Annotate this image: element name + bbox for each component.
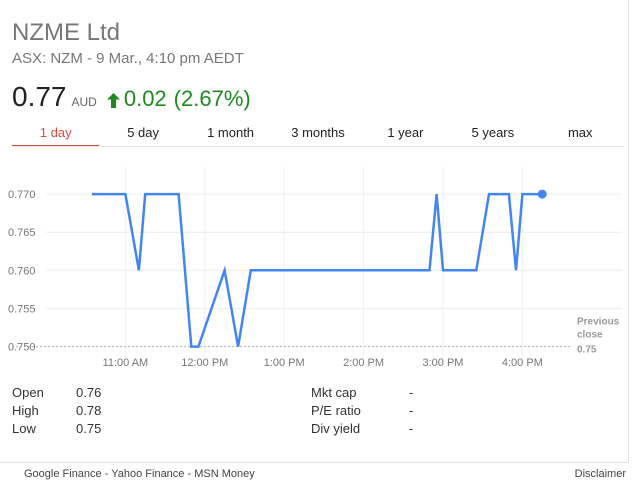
finance-card: NZME Ltd ASX: NZM - 9 Mar., 4:10 pm AEDT… bbox=[0, 0, 629, 463]
tab-5-years[interactable]: 5 years bbox=[449, 120, 536, 147]
x-tick-label: 1:00 PM bbox=[264, 357, 305, 369]
y-tick-label: 0.770 bbox=[8, 189, 36, 201]
stat-value: 0.78 bbox=[76, 403, 102, 418]
stats-right: Mkt cap - P/E ratio - Div yield - bbox=[311, 384, 413, 438]
stat-low: Low 0.75 bbox=[12, 420, 101, 438]
stat-value: - bbox=[409, 385, 414, 400]
y-tick-label: 0.760 bbox=[8, 265, 36, 277]
price-row: 0.77 AUD 0.02 (2.67%) bbox=[12, 82, 251, 114]
stat-label: Mkt cap bbox=[311, 385, 357, 400]
stat-label: Open bbox=[12, 385, 44, 400]
x-tick-label: 11:00 AM bbox=[103, 357, 149, 369]
stat-div-yield: Div yield - bbox=[311, 420, 413, 438]
stat-label: Div yield bbox=[311, 421, 361, 436]
data-sources: Google Finance - Yahoo Finance - MSN Mon… bbox=[24, 468, 255, 480]
arrow-up-icon bbox=[106, 93, 120, 108]
tab-max[interactable]: max bbox=[537, 120, 624, 147]
stat-value: 0.76 bbox=[76, 385, 102, 400]
price-chart[interactable]: 0.770 0.765 0.760 0.755 0.750 11:00 AM 12:00 P… bbox=[0, 160, 628, 372]
stat-pe-ratio: P/E ratio - bbox=[311, 402, 413, 420]
tab-1-year[interactable]: 1 year bbox=[362, 120, 449, 147]
price-change: 0.02 (2.67%) bbox=[106, 86, 251, 112]
y-tick-label: 0.765 bbox=[8, 227, 36, 239]
disclaimer-link[interactable]: Disclaimer bbox=[575, 468, 626, 480]
x-tick-label: 3:00 PM bbox=[422, 357, 463, 369]
x-tick-label: 4:00 PM bbox=[502, 357, 543, 369]
stat-label: High bbox=[12, 403, 39, 418]
stat-high: High 0.78 bbox=[12, 402, 101, 420]
previous-close-label: close bbox=[577, 330, 603, 341]
stat-mkt-cap: Mkt cap - bbox=[311, 384, 413, 402]
previous-close-label: 0.75 bbox=[577, 345, 597, 356]
change-percent: (2.67%) bbox=[173, 86, 251, 111]
footer: Google Finance - Yahoo Finance - MSN Mon… bbox=[0, 466, 628, 482]
x-tick-label: 12:00 PM bbox=[181, 357, 228, 369]
stat-value: - bbox=[409, 403, 414, 418]
stat-open: Open 0.76 bbox=[12, 384, 101, 402]
stat-label: P/E ratio bbox=[311, 403, 361, 418]
y-tick-label: 0.750 bbox=[8, 342, 36, 354]
tab-3-months[interactable]: 3 months bbox=[274, 120, 361, 147]
range-tabs: 1 day 5 day 1 month 3 months 1 year 5 ye… bbox=[12, 120, 624, 147]
exchange-timestamp: ASX: NZM - 9 Mar., 4:10 pm AEDT bbox=[12, 50, 244, 67]
stat-label: Low bbox=[12, 421, 36, 436]
stats-left: Open 0.76 High 0.78 Low 0.75 bbox=[12, 384, 101, 438]
tabs-divider bbox=[12, 146, 624, 147]
change-value: 0.02 bbox=[123, 86, 167, 111]
company-name: NZME Ltd bbox=[12, 19, 121, 46]
previous-close-label: Previous bbox=[577, 317, 620, 328]
tab-1-month[interactable]: 1 month bbox=[187, 120, 274, 147]
current-price: 0.77 bbox=[12, 81, 67, 112]
stat-value: - bbox=[409, 421, 414, 436]
tab-1-day[interactable]: 1 day bbox=[12, 120, 100, 147]
x-tick-label: 2:00 PM bbox=[343, 357, 384, 369]
currency-label: AUD bbox=[71, 95, 97, 109]
y-tick-label: 0.755 bbox=[8, 303, 36, 315]
tab-5-day[interactable]: 5 day bbox=[99, 120, 186, 147]
last-price-point bbox=[537, 189, 547, 199]
stat-value: 0.75 bbox=[76, 421, 102, 436]
